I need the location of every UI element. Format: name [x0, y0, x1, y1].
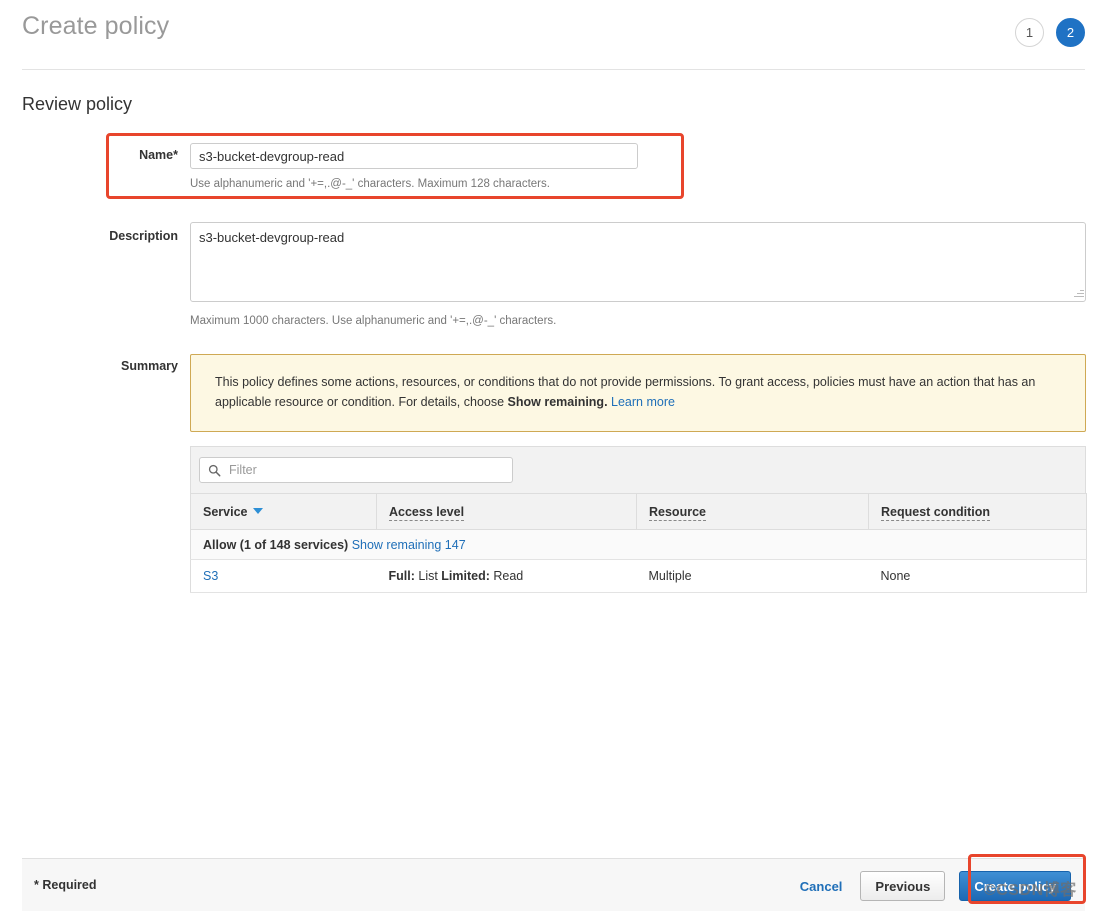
wizard-step-2-label: 2 — [1066, 25, 1075, 40]
page-title: Create policy — [22, 12, 170, 40]
access-full-value: List — [414, 569, 442, 583]
description-field-label: Description — [109, 229, 178, 243]
description-field-help: Maximum 1000 characters. Use alphanumeri… — [190, 315, 557, 327]
column-header-request-condition-label: Request condition — [881, 504, 991, 521]
section-heading: Review policy — [22, 94, 133, 114]
learn-more-link[interactable]: Learn more — [611, 395, 675, 409]
wizard-steps: 1 2 — [1015, 18, 1085, 47]
table-header-row: Service Access level Resource Request co… — [190, 493, 1087, 530]
filter-input[interactable] — [227, 458, 507, 482]
create-policy-page: Create policy 1 2 Review policy Name* Us… — [0, 0, 1107, 911]
name-field-label: Name* — [139, 148, 178, 162]
policy-name-input[interactable] — [190, 143, 638, 169]
wizard-header: Create policy 1 2 — [0, 0, 1107, 69]
table-row: S3 Full: List Limited: Read Multiple Non… — [190, 559, 1087, 593]
column-header-access-level[interactable]: Access level — [376, 493, 637, 530]
wizard-step-1[interactable]: 1 — [1015, 18, 1044, 47]
cancel-button[interactable]: Cancel — [796, 879, 847, 894]
name-field-help: Use alphanumeric and '+=,.@-_' character… — [190, 178, 550, 190]
table-toolbar — [190, 446, 1086, 493]
summary-warning-text: This policy defines some actions, resour… — [215, 372, 1065, 412]
wizard-step-1-label: 1 — [1025, 25, 1034, 40]
footer-bar: * Required Cancel Previous Create policy — [22, 858, 1085, 911]
permissions-summary-table: Service Access level Resource Request co… — [190, 446, 1087, 593]
summary-label: Summary — [121, 359, 178, 373]
previous-button[interactable]: Previous — [860, 871, 946, 901]
access-full-label: Full: — [388, 569, 415, 583]
sort-descending-icon[interactable] — [253, 508, 264, 515]
cell-resource: Multiple — [636, 559, 869, 593]
show-remaining-link[interactable]: Show remaining 147 — [352, 538, 466, 552]
search-icon — [208, 464, 221, 477]
cell-request-condition: None — [868, 559, 1087, 593]
column-header-service-label: Service — [203, 504, 248, 519]
summary-warning-emphasis: Show remaining. — [507, 395, 608, 409]
summary-table: Service Access level Resource Request co… — [190, 493, 1087, 593]
access-limited-value: Read — [489, 569, 524, 583]
wizard-step-2[interactable]: 2 — [1056, 18, 1085, 47]
cell-service: S3 — [190, 559, 377, 593]
allow-group-cell: Allow (1 of 148 services) Show remaining… — [190, 529, 1087, 560]
footer-actions: Cancel Previous Create policy — [796, 871, 1071, 901]
access-limited-label: Limited: — [441, 569, 490, 583]
column-header-access-level-label: Access level — [389, 504, 465, 521]
table-group-row: Allow (1 of 148 services) Show remaining… — [190, 529, 1087, 560]
required-note: * Required — [34, 878, 97, 892]
summary-warning-box: This policy defines some actions, resour… — [190, 354, 1086, 432]
column-header-resource-label: Resource — [649, 504, 706, 521]
allow-group-label: Allow (1 of 148 services) — [203, 537, 349, 552]
column-header-request-condition[interactable]: Request condition — [868, 493, 1087, 530]
column-header-service[interactable]: Service — [190, 493, 377, 530]
service-link-s3[interactable]: S3 — [203, 569, 218, 583]
policy-description-input[interactable] — [190, 222, 1086, 302]
header-divider — [22, 69, 1085, 70]
create-policy-button[interactable]: Create policy — [959, 871, 1071, 901]
column-header-resource[interactable]: Resource — [636, 493, 869, 530]
filter-field-wrapper[interactable] — [199, 457, 513, 483]
cell-access-level: Full: List Limited: Read — [376, 559, 637, 593]
